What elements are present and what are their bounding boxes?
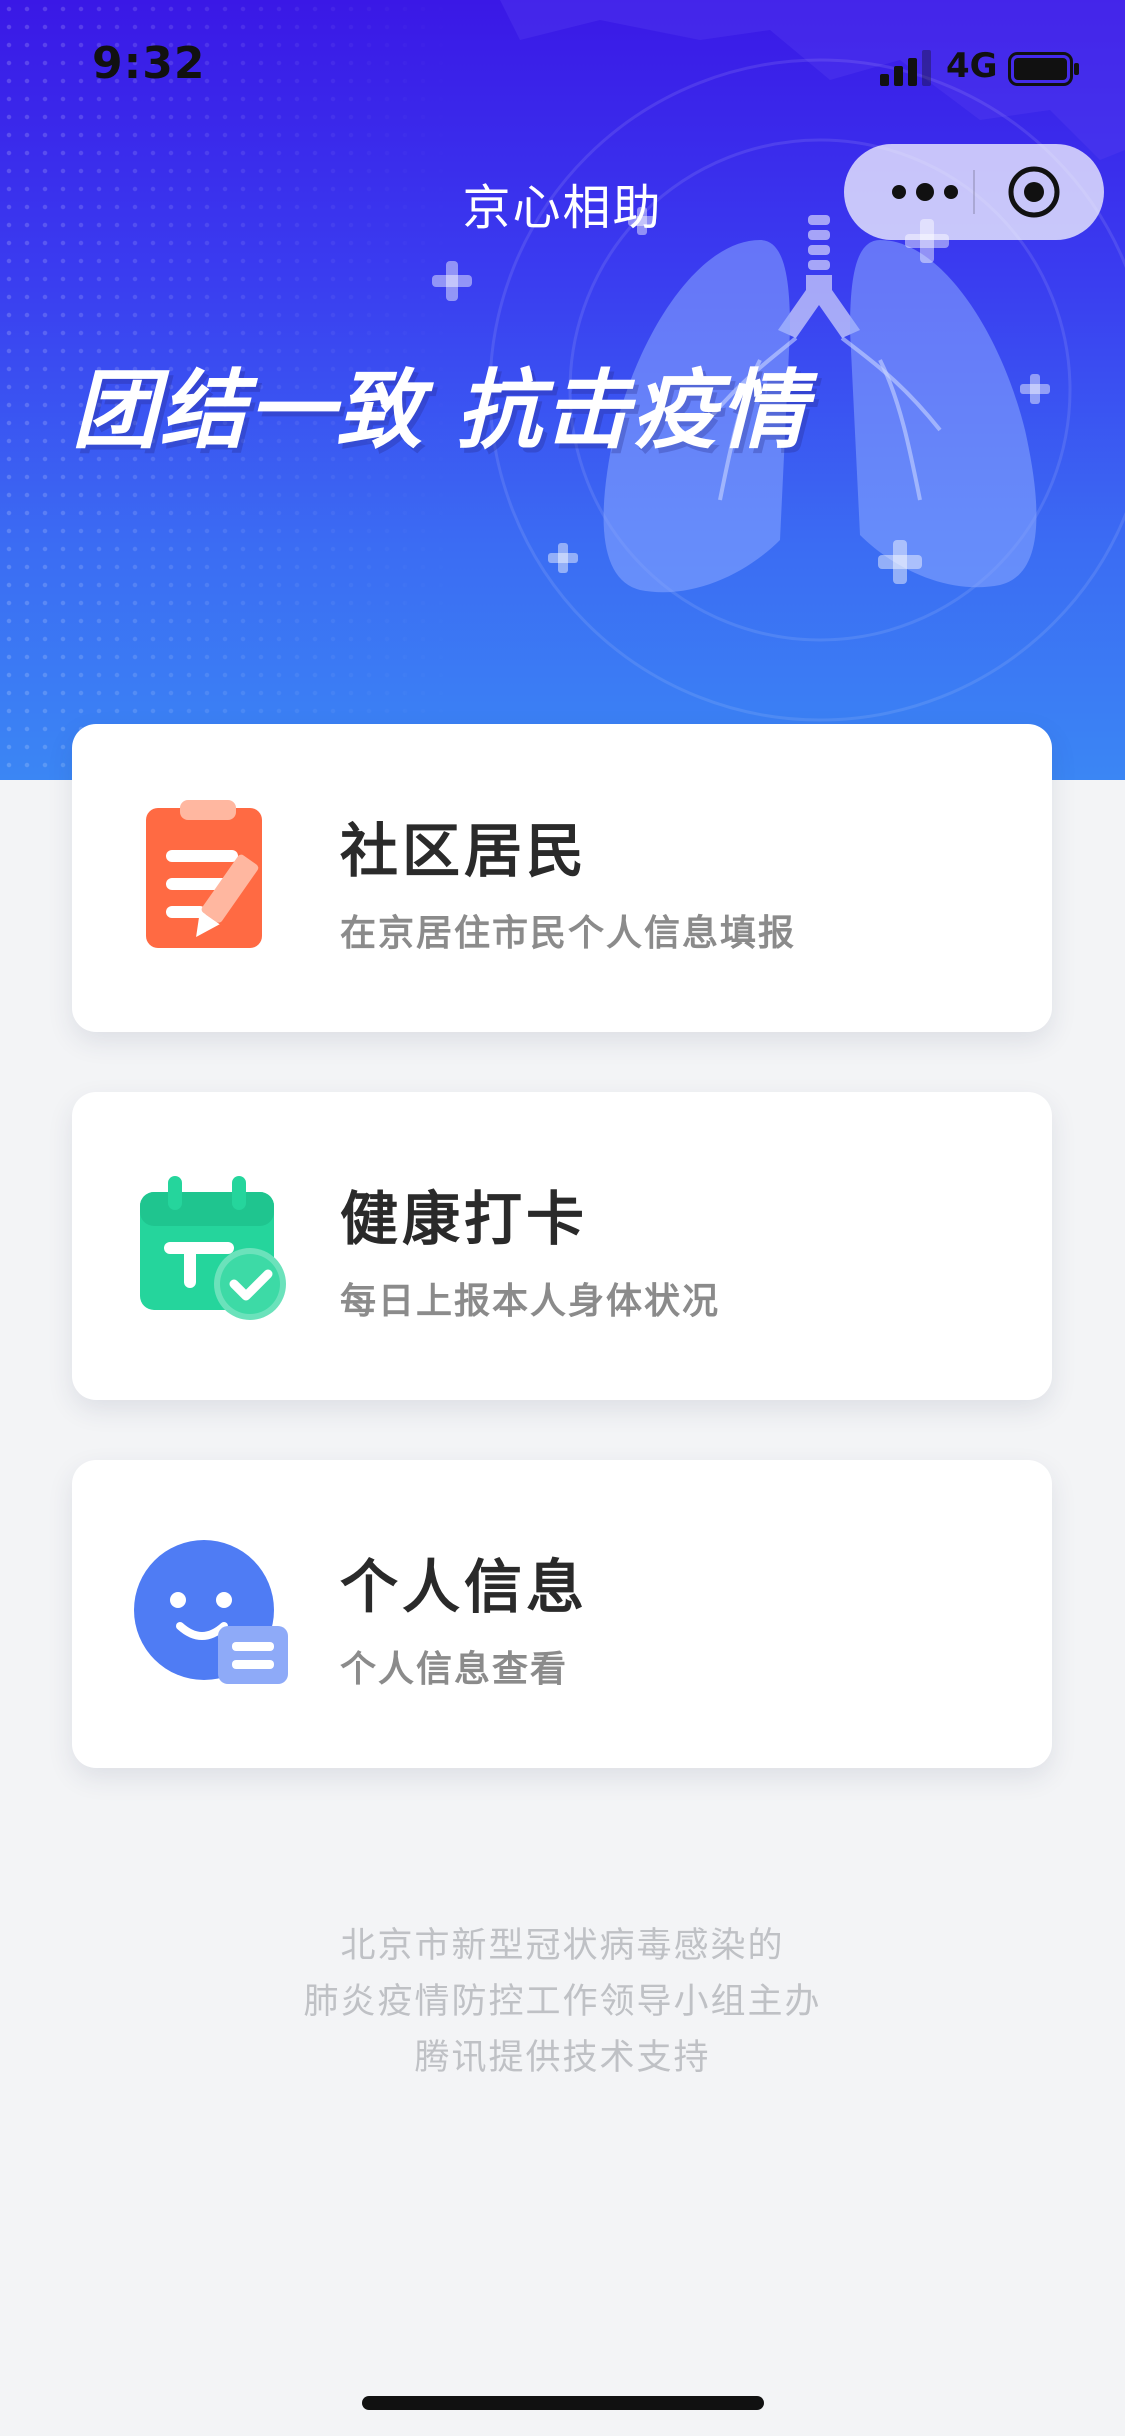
hero-banner: 9:32 4G 京心相助 团结一致 抗击疫情: [0, 0, 1125, 780]
footer-credits: 北京市新型冠状病毒感染的 肺炎疫情防控工作领导小组主办 腾讯提供技术支持: [0, 1918, 1125, 2086]
status-bar: 9:32 4G: [0, 0, 1125, 132]
home-indicator[interactable]: [362, 2396, 764, 2410]
hero-slogan: 团结一致 抗击疫情: [72, 361, 808, 461]
calendar-check-icon: [140, 1176, 286, 1320]
footer-line: 北京市新型冠状病毒感染的: [340, 1926, 785, 1966]
card-community-resident[interactable]: 社区居民 在京居住市民个人信息填报: [72, 724, 1052, 1032]
network-type: 4G: [946, 46, 998, 86]
card-title: 个人信息: [340, 1553, 589, 1621]
footer-line: 腾讯提供技术支持: [414, 2038, 711, 2078]
card-title: 社区居民: [340, 817, 589, 885]
status-time: 9:32: [92, 38, 206, 89]
smiley-profile-icon: [134, 1540, 288, 1684]
target-close-icon[interactable]: [1006, 164, 1062, 220]
card-subtitle: 个人信息查看: [340, 1649, 569, 1690]
clipboard-edit-icon: [146, 800, 262, 948]
card-health-checkin[interactable]: 健康打卡 每日上报本人身体状况: [72, 1092, 1052, 1400]
footer-line: 肺炎疫情防控工作领导小组主办: [303, 1982, 822, 2022]
mini-program-capsule: [844, 144, 1104, 240]
more-dots-icon[interactable]: [880, 168, 970, 216]
card-personal-info[interactable]: 个人信息 个人信息查看: [72, 1460, 1052, 1768]
card-title: 健康打卡: [340, 1185, 589, 1253]
battery-icon: [1008, 52, 1079, 86]
card-subtitle: 每日上报本人身体状况: [340, 1281, 721, 1322]
card-subtitle: 在京居住市民个人信息填报: [340, 913, 797, 954]
capsule-divider: [973, 170, 975, 214]
right-lung-shape: [850, 240, 1037, 588]
cellular-signal-icon: [880, 50, 931, 86]
